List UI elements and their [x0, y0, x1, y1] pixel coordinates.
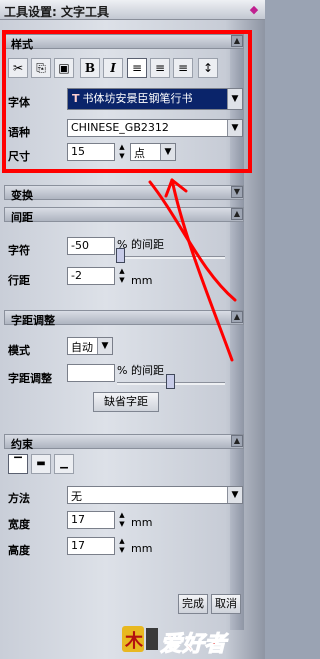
svg-text:木: 木 — [124, 630, 144, 652]
red-arrows — [148, 178, 237, 362]
logo-text: 爱好者 — [159, 632, 227, 658]
watermark-logo: 木 爱好者 — [120, 620, 260, 658]
tool-settings-panel: 工具设置: 文字工具 ◆ 样式 ▲ ✂ ⎘ ▣ B I ≡ ≡ ≡ ↕ 字体 T… — [0, 0, 265, 659]
red-arrow-line — [170, 178, 234, 362]
red-arrow-line-2 — [148, 180, 237, 302]
red-arrow-head-left — [164, 178, 174, 198]
